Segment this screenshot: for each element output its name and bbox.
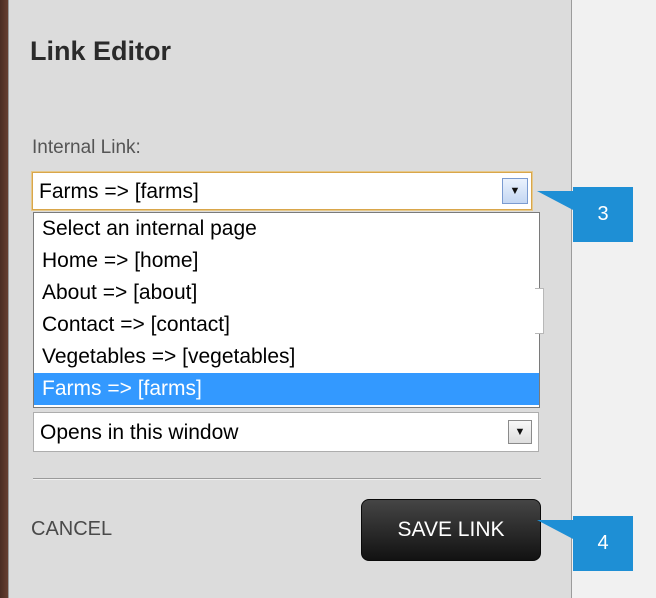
link-target-select[interactable]: Opens in this window ▼: [33, 412, 539, 452]
chevron-down-icon[interactable]: ▼: [502, 178, 528, 204]
dropdown-option[interactable]: About => [about]: [34, 277, 539, 309]
chevron-down-icon[interactable]: ▼: [508, 420, 532, 444]
dropdown-option[interactable]: Home => [home]: [34, 245, 539, 277]
internal-link-label: Internal Link:: [32, 137, 141, 158]
internal-link-value: Farms => [farms]: [39, 180, 199, 203]
dropdown-option[interactable]: Contact => [contact]: [34, 309, 539, 341]
internal-link-select[interactable]: Farms => [farms] ▼: [31, 171, 533, 211]
step-callout-3: 3: [537, 187, 633, 242]
link-target-value: Opens in this window: [40, 421, 239, 444]
dropdown-option[interactable]: Farms => [farms]: [34, 373, 539, 405]
dialog-title: Link Editor: [30, 36, 171, 66]
dropdown-option[interactable]: Vegetables => [vegetables]: [34, 341, 539, 373]
dropdown-option[interactable]: Select an internal page: [34, 213, 539, 245]
cancel-button[interactable]: CANCEL: [31, 518, 112, 541]
step-callout-4: 4: [537, 516, 633, 571]
internal-link-dropdown[interactable]: Select an internal page Home => [home] A…: [33, 212, 540, 408]
hidden-field-edge: [535, 288, 544, 334]
save-link-button[interactable]: SAVE LINK: [361, 499, 541, 561]
divider: [33, 478, 541, 480]
